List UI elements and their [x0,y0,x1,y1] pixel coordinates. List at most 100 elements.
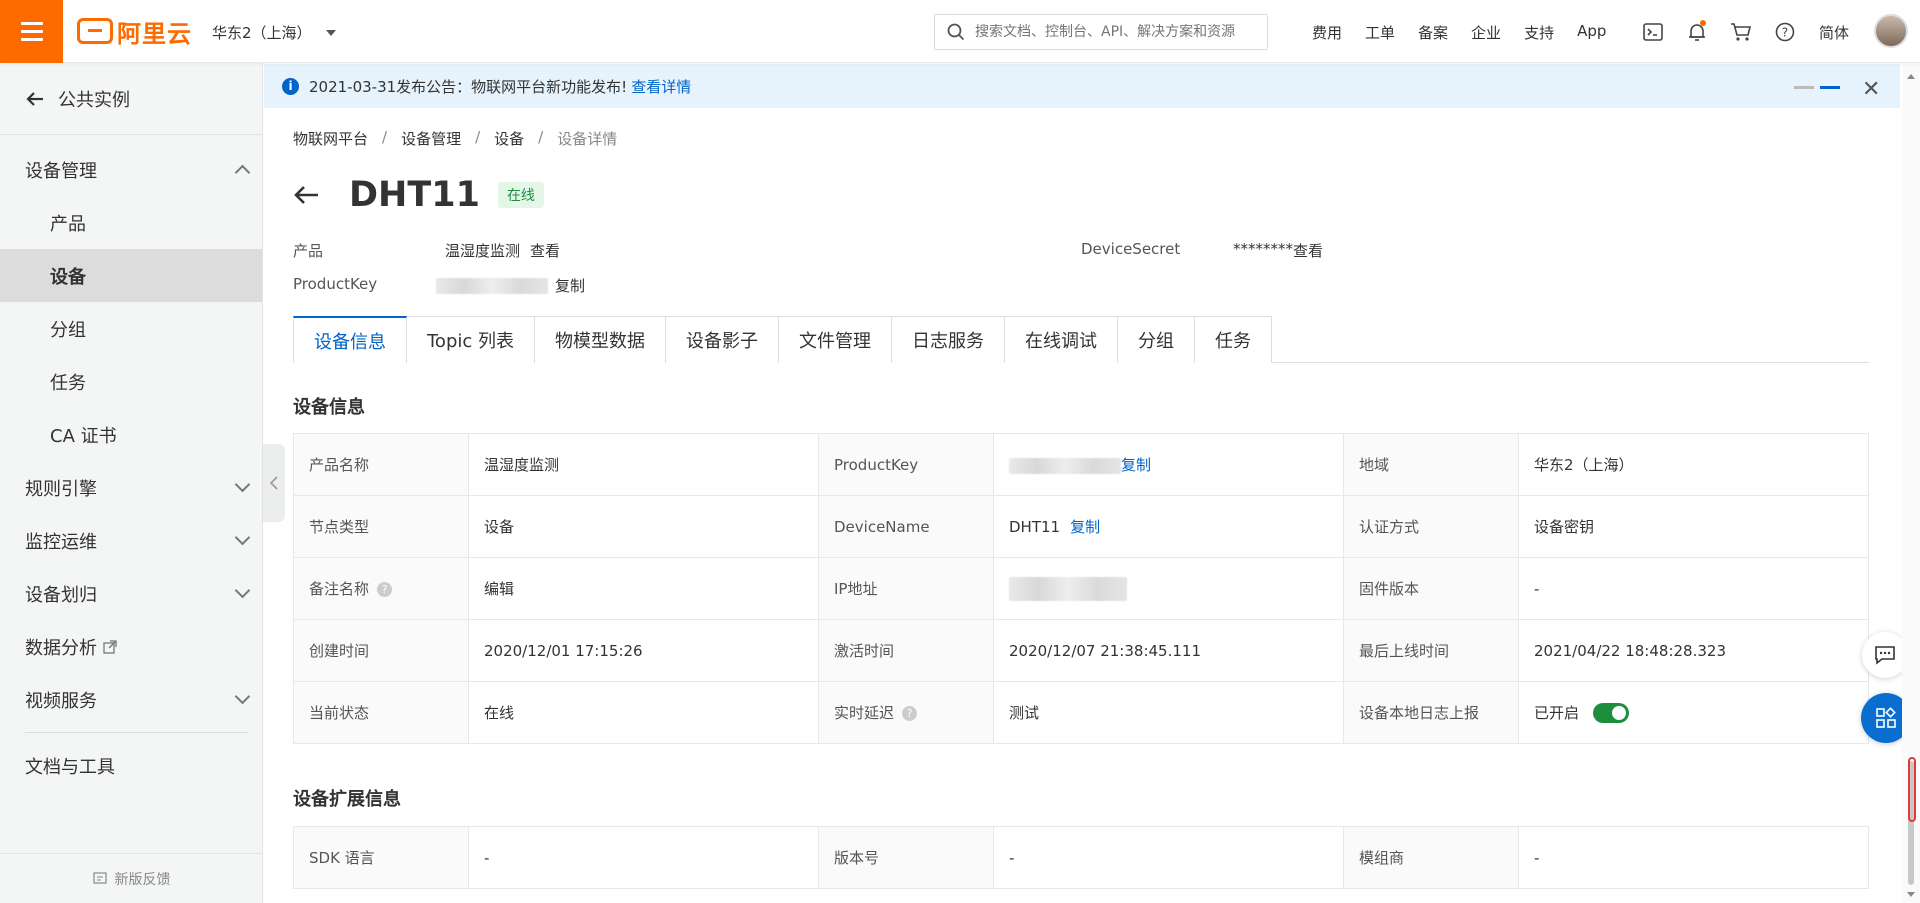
productkey-copy-link[interactable]: 复制 [555,275,585,296]
tab-group[interactable]: 分组 [1117,316,1195,363]
svg-text:?: ? [1782,26,1788,40]
copy-link[interactable]: 复制 [1121,456,1151,474]
nav-enterprise[interactable]: 企业 [1471,22,1501,43]
breadcrumb-device[interactable]: 设备 [494,128,524,149]
pager-dot[interactable] [1794,86,1814,89]
table-value: 复制 [993,433,1344,496]
close-icon[interactable]: ✕ [1862,77,1880,102]
apps-grid-icon [1876,707,1896,728]
terminal-icon[interactable] [1640,19,1666,45]
announcement-pager[interactable] [1794,86,1840,89]
chevron-down-icon [234,688,251,705]
table-value: - [468,826,819,889]
sidebar-group-monitoring[interactable]: 监控运维 [0,514,262,567]
table-key: 备注名称? [293,557,469,620]
tab-file-management[interactable]: 文件管理 [778,316,892,363]
tab-online-debug[interactable]: 在线调试 [1004,316,1118,363]
pager-dot-active[interactable] [1820,86,1840,89]
productkey-value-redacted [436,276,548,294]
log-upload-toggle[interactable] [1593,703,1630,724]
sidebar-group-device-assign[interactable]: 设备划归 [0,567,262,620]
tab-device-shadow[interactable]: 设备影子 [665,316,779,363]
scroll-highlight [1908,757,1916,822]
language-switch[interactable]: 简体 [1819,22,1849,43]
status-badge: 在线 [497,182,544,208]
latency-label: 实时延迟 [834,704,895,722]
scroll-up-arrow[interactable] [1907,74,1915,79]
announcement-link[interactable]: 查看详情 [631,76,691,97]
product-view-link[interactable]: 查看 [530,240,560,261]
back-label: 公共实例 [58,89,130,111]
tab-task[interactable]: 任务 [1194,316,1272,363]
edit-remark-link[interactable]: 编辑 [468,557,819,620]
device-secret-label: DeviceSecret [1081,240,1181,258]
copy-link[interactable]: 复制 [1070,518,1100,536]
search-input[interactable] [975,24,1265,40]
scroll-down-arrow[interactable] [1907,892,1915,897]
sidebar-item-ca-cert[interactable]: CA 证书 [0,408,262,461]
help-icon[interactable]: ? [902,706,918,721]
table-value: DHT11 复制 [993,495,1344,558]
sidebar-item-product[interactable]: 产品 [0,196,262,249]
announcement-bar: i 2021-03-31发布公告：物联网平台新功能发布! 查看详情 [264,64,1900,108]
device-name-value: DHT11 [1009,518,1061,536]
info-icon: i [282,77,299,95]
back-to-instance[interactable]: 公共实例 [0,63,262,135]
sidebar-item-device[interactable]: 设备 [0,249,262,302]
tab-thing-model[interactable]: 物模型数据 [534,316,666,363]
hamburger-menu-icon[interactable] [0,0,63,63]
feedback-label: 新版反馈 [114,871,171,888]
feedback-icon [92,871,107,884]
tab-log-service[interactable]: 日志服务 [891,316,1005,363]
latency-test-link[interactable]: 测试 [993,681,1344,744]
group-label: 视频服务 [25,690,97,712]
table-value: - [1518,826,1869,889]
sidebar-group-video[interactable]: 视频服务 [0,673,262,726]
table-value: 设备 [468,495,819,558]
feedback-button[interactable]: 新版反馈 [0,853,263,903]
tab-device-info[interactable]: 设备信息 [293,316,407,364]
product-value: 温湿度监测 [445,242,521,260]
table-row: 备注名称? 编辑 IP地址 固件版本 - [293,557,1869,620]
user-avatar[interactable] [1874,14,1908,48]
help-icon[interactable]: ? [377,582,393,597]
global-search[interactable] [934,14,1268,50]
breadcrumb-iot-platform[interactable]: 物联网平台 [293,128,368,149]
table-row: 节点类型 设备 DeviceName DHT11 复制 认证方式 设备密钥 [293,495,1869,558]
sidebar-item-docs-tools[interactable]: 文档与工具 [0,739,262,792]
breadcrumb-device-management[interactable]: 设备管理 [401,128,461,149]
sidebar-collapse-toggle[interactable] [263,444,285,522]
redacted-ip [1009,576,1127,601]
bell-icon[interactable] [1684,19,1710,45]
table-value: 温湿度监测 [468,433,819,496]
help-icon[interactable]: ? [1772,19,1798,45]
table-key: 设备本地日志上报 [1343,681,1519,744]
search-icon [947,23,965,41]
nav-icp[interactable]: 备案 [1418,22,1448,43]
table-key: IP地址 [818,557,994,620]
table-key: SDK 语言 [293,826,469,889]
table-value: 2020/12/07 21:38:45.111 [993,619,1344,682]
group-label: 数据分析 [25,637,97,659]
nav-app[interactable]: App [1577,22,1606,43]
region-label: 华东2（上海） [212,24,312,42]
aliyun-logo[interactable]: 阿里云 [77,16,192,48]
product-label: 产品 [293,242,324,260]
device-secret-view-link[interactable]: 查看 [1293,240,1323,261]
sidebar-item-task[interactable]: 任务 [0,355,262,408]
table-key: 地域 [1343,433,1519,496]
cart-icon[interactable] [1728,19,1754,45]
back-arrow-icon[interactable] [293,184,319,206]
region-selector[interactable]: 华东2（上海） [212,22,336,43]
sidebar-group-rules[interactable]: 规则引擎 [0,461,262,514]
table-key: 模组商 [1343,826,1519,889]
nav-tickets[interactable]: 工单 [1365,22,1395,43]
sidebar-item-group[interactable]: 分组 [0,302,262,355]
nav-support[interactable]: 支持 [1524,22,1554,43]
device-info-table: 产品名称 温湿度监测 ProductKey 复制 地域 华东2（上海） 节点类型… [293,433,1869,744]
remark-label: 备注名称 [309,580,370,598]
sidebar-item-data-analysis[interactable]: 数据分析 [0,620,262,673]
sidebar-group-device-management[interactable]: 设备管理 [0,143,262,196]
nav-billing[interactable]: 费用 [1312,22,1342,43]
tab-topic-list[interactable]: Topic 列表 [406,316,535,363]
